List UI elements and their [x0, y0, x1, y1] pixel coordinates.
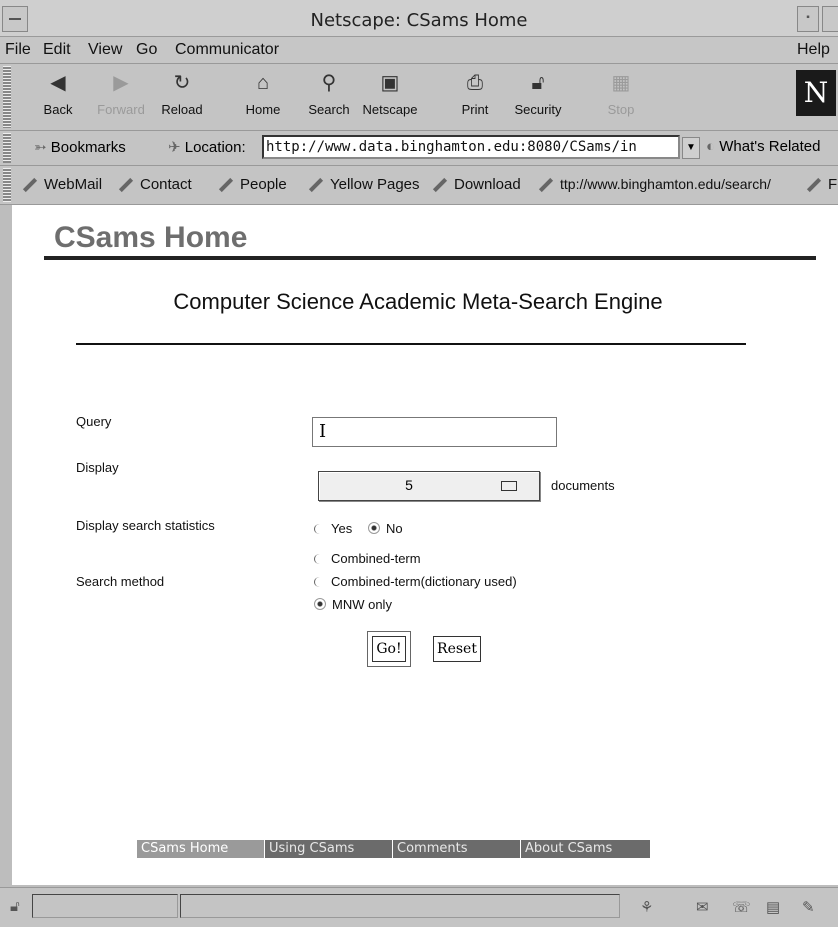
lock-icon: 🔓︎: [531, 72, 545, 94]
display-count-value: 5: [405, 477, 413, 493]
bookmarks-icon: ➳: [34, 139, 47, 156]
go-button[interactable]: Go!: [372, 636, 406, 662]
bookmarks-button[interactable]: ➳ Bookmarks: [34, 138, 126, 156]
home-icon: ⌂: [256, 72, 270, 94]
window-title: Netscape: CSams Home: [310, 10, 528, 31]
status-message-cell: [180, 894, 620, 918]
bookmark-icon: [22, 177, 38, 193]
security-button[interactable]: 🔓︎ Security: [508, 68, 568, 126]
menu-go[interactable]: Go: [136, 41, 157, 59]
method-combined-term-radio[interactable]: Combined-term: [314, 551, 421, 566]
title-divider: [76, 343, 746, 345]
netscape-logo[interactable]: N: [796, 70, 836, 116]
bookmark-people[interactable]: People: [218, 176, 287, 193]
back-arrow-icon: ◀: [50, 72, 66, 94]
bookmark-overflow[interactable]: F: [806, 176, 837, 193]
mail-icon[interactable]: ✉: [696, 898, 709, 916]
whats-related-button[interactable]: ◐ What's Related: [706, 138, 820, 155]
menu-bar: File Edit View Go Communicator Help: [0, 37, 838, 64]
bookmark-icon: [218, 177, 234, 193]
pen-icon[interactable]: ✎: [802, 898, 815, 916]
maximize-button[interactable]: [822, 6, 838, 32]
bookmark-icon: [432, 177, 448, 193]
minimize-button[interactable]: ▪: [797, 6, 819, 32]
forward-arrow-icon: ▶: [113, 72, 129, 94]
menu-communicator[interactable]: Communicator: [175, 41, 279, 59]
progress-cell: [32, 894, 178, 918]
composer-icon[interactable]: ▤: [766, 898, 780, 916]
menu-help[interactable]: Help: [797, 41, 830, 59]
method-mnw-only-radio[interactable]: MNW only: [314, 597, 392, 612]
navigation-toolbar: ◀ Back ▶ Forward ↻ Reload ⌂ Home ⚲ Searc…: [0, 64, 838, 131]
search-icon: ⚲: [321, 72, 337, 94]
stats-label: Display search statistics: [76, 518, 215, 533]
menu-view[interactable]: View: [88, 41, 122, 59]
url-history-dropdown[interactable]: ▼: [682, 137, 700, 159]
reload-button[interactable]: ↻ Reload: [156, 68, 208, 126]
location-bar: ➳ Bookmarks ✈ Location: http://www.data.…: [0, 131, 838, 166]
back-button[interactable]: ◀ Back: [36, 68, 80, 126]
bookmark-icon: [118, 177, 134, 193]
whats-related-icon: ◐: [706, 138, 716, 155]
page-content: CSams Home Computer Science Academic Met…: [12, 205, 838, 885]
nav-tab-csams-home[interactable]: CSams Home: [137, 840, 264, 858]
display-label: Display: [76, 460, 119, 475]
option-menu-indicator-icon: [501, 481, 517, 491]
radio-off-icon: [314, 577, 325, 587]
home-button[interactable]: ⌂ Home: [238, 68, 288, 126]
search-method-label: Search method: [76, 574, 165, 589]
menu-file[interactable]: File: [5, 41, 31, 59]
toolbar-grip[interactable]: [3, 66, 11, 128]
status-bar: 🔓︎ ⚘ ✉ ☏ ▤ ✎: [0, 887, 838, 927]
url-input[interactable]: http://www.data.binghamton.edu:8080/CSam…: [262, 135, 680, 159]
location-bar-grip[interactable]: [3, 133, 11, 163]
display-suffix: documents: [551, 478, 615, 493]
radio-on-icon: [368, 522, 380, 534]
method-combined-dictionary-radio[interactable]: Combined-term(dictionary used): [314, 574, 517, 589]
personal-toolbar: WebMail Contact People Yellow Pages Down…: [0, 166, 838, 205]
my-netscape-icon: ▣: [380, 72, 400, 94]
my-netscape-button[interactable]: ▣ Netscape: [360, 68, 420, 126]
print-button[interactable]: ⎙ Print: [452, 68, 498, 126]
display-count-select[interactable]: 5: [318, 471, 540, 501]
radio-off-icon: [314, 554, 325, 564]
page-proxy-icon[interactable]: ✈: [168, 139, 181, 156]
query-label: Query: [76, 414, 112, 429]
radio-off-icon: [314, 524, 325, 534]
bookmark-yellow-pages[interactable]: Yellow Pages: [308, 176, 420, 193]
bookmark-search[interactable]: ttp://www.binghamton.edu/search/: [538, 176, 771, 193]
location-label: ✈ Location:: [168, 139, 246, 156]
query-input[interactable]: I: [312, 417, 557, 447]
personal-toolbar-grip[interactable]: [3, 168, 11, 202]
bookmark-icon: [806, 177, 822, 193]
stop-button[interactable]: ▦ Stop: [598, 68, 644, 126]
engine-title: Computer Science Academic Meta-Search En…: [173, 289, 663, 314]
print-icon: ⎙: [467, 72, 483, 94]
reload-icon: ↻: [173, 72, 191, 94]
stats-no-radio[interactable]: No: [368, 521, 403, 536]
bookmark-download[interactable]: Download: [432, 176, 521, 193]
page-title: CSams Home: [54, 221, 248, 254]
reset-button[interactable]: Reset: [433, 636, 481, 662]
stats-yes-radio[interactable]: Yes: [314, 521, 352, 536]
heading-divider: [44, 256, 816, 260]
nav-tab-using-csams[interactable]: Using CSams: [265, 840, 392, 858]
security-lock-icon[interactable]: 🔓︎: [10, 898, 20, 915]
stop-icon: ▦: [611, 72, 631, 94]
navigator-icon[interactable]: ⚘: [640, 898, 653, 916]
nav-tab-about-csams[interactable]: About CSams: [521, 840, 650, 858]
bookmark-icon: [308, 177, 324, 193]
bookmark-webmail[interactable]: WebMail: [22, 176, 102, 193]
bookmark-contact[interactable]: Contact: [118, 176, 192, 193]
forward-button[interactable]: ▶ Forward: [92, 68, 150, 126]
radio-on-icon: [314, 598, 326, 610]
bookmark-icon: [538, 178, 554, 193]
nav-tab-comments[interactable]: Comments: [393, 840, 520, 858]
title-bar: Netscape: CSams Home ▪: [0, 0, 838, 37]
discussions-icon[interactable]: ☏: [732, 898, 751, 916]
search-button[interactable]: ⚲ Search: [302, 68, 356, 126]
menu-edit[interactable]: Edit: [43, 41, 71, 59]
